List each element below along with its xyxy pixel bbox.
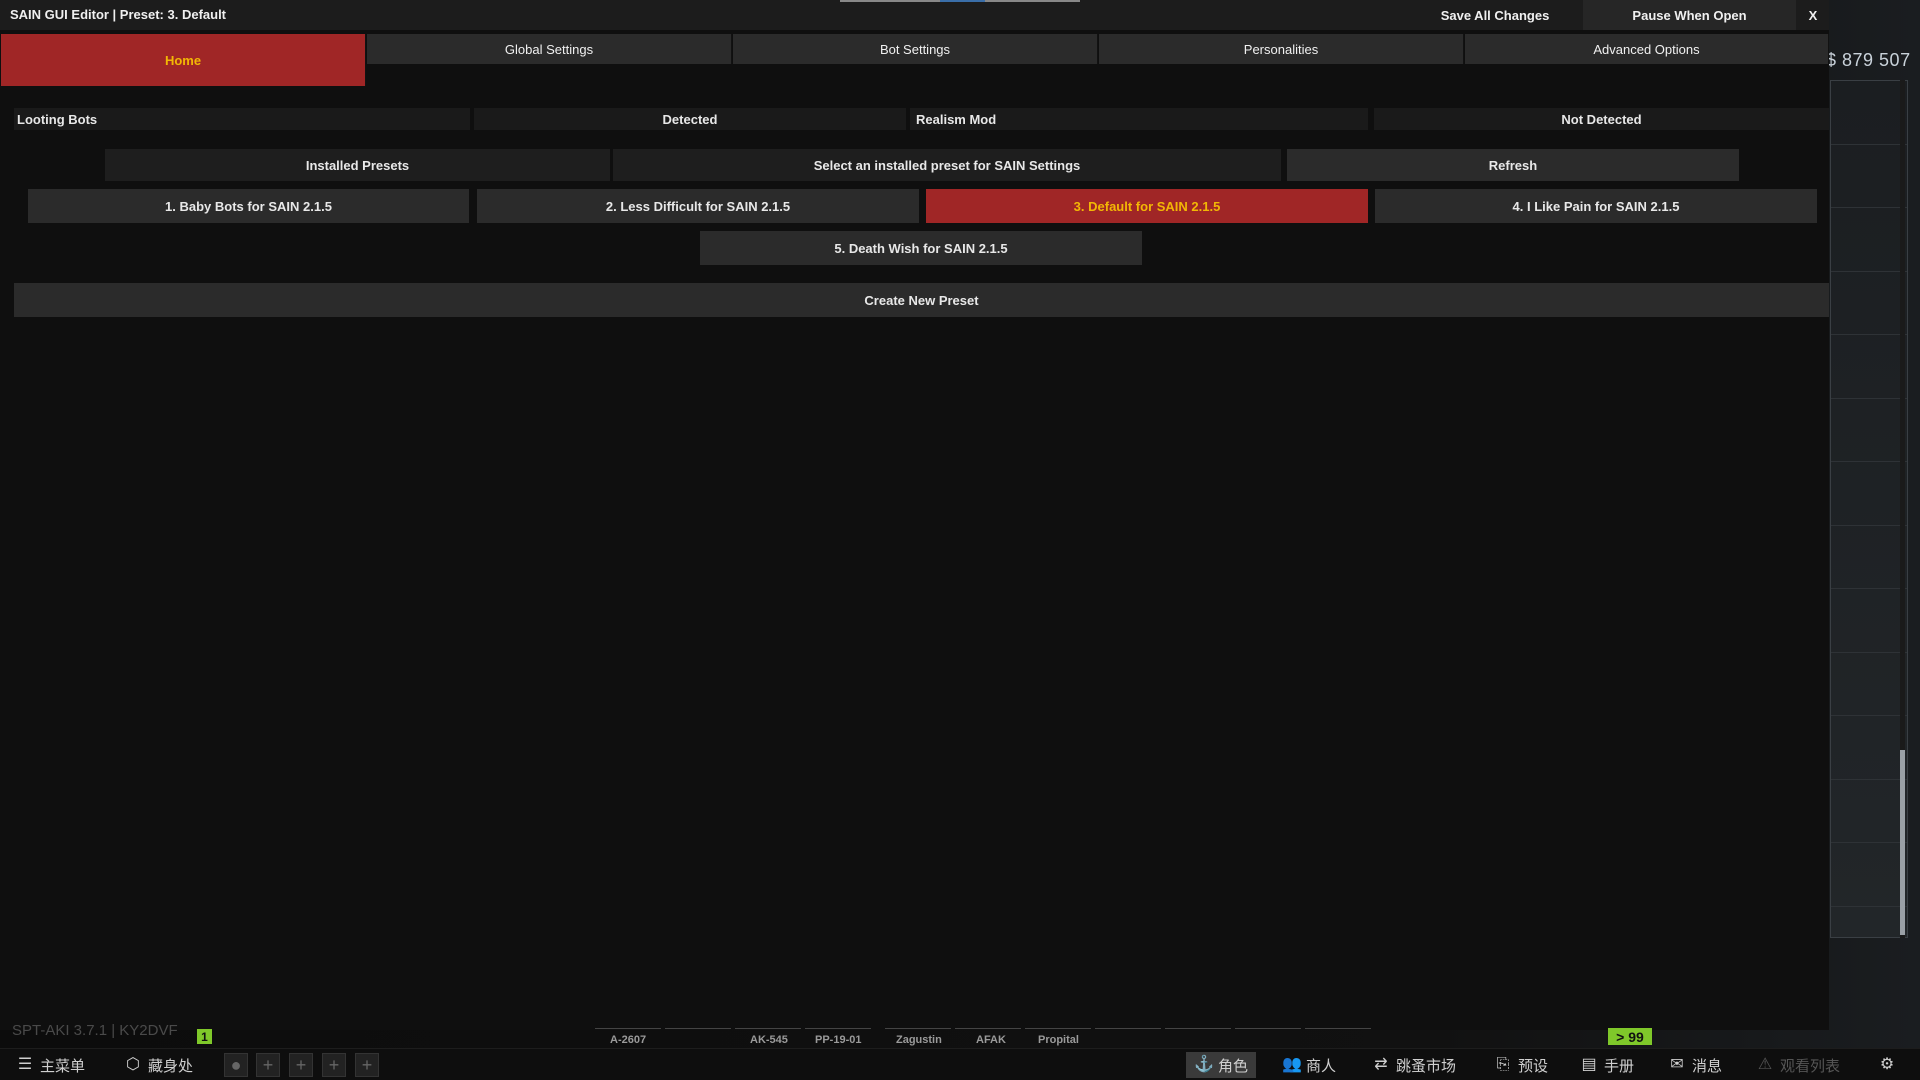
character-icon: ⚓ xyxy=(1194,1056,1214,1073)
window-title: SAIN GUI Editor | Preset: 3. Default xyxy=(10,7,227,22)
game-bottom-bar: ☰ 主菜单 ⬡ 藏身处 ● + + + + ⚓ 角色 👥 商人 ⇄ 跳蚤市场 ⎘… xyxy=(0,1048,1920,1080)
stash-grid-panel xyxy=(1830,80,1908,938)
game-version: SPT-AKI 3.7.1 | KY2DVF xyxy=(12,1022,178,1039)
scrollbar-thumb[interactable] xyxy=(1900,750,1905,935)
add-slot-icon[interactable]: + xyxy=(322,1053,346,1077)
hamburger-icon: ☰ xyxy=(17,1056,33,1073)
tab-global-settings[interactable]: Global Settings xyxy=(367,34,732,64)
quick-slot-label: PP-19-01 xyxy=(815,1034,862,1046)
handbook-label: 手册 xyxy=(1604,1057,1635,1075)
quick-slot[interactable] xyxy=(1165,1028,1231,1032)
tab-advanced-options[interactable]: Advanced Options xyxy=(1465,34,1829,64)
stash-scrollbar[interactable] xyxy=(1900,80,1905,938)
quick-slot[interactable] xyxy=(1025,1028,1091,1032)
add-slot-icon[interactable]: + xyxy=(355,1053,379,1077)
installed-presets-label: Installed Presets xyxy=(105,149,610,181)
character-label: 角色 xyxy=(1218,1057,1249,1075)
quick-slot[interactable] xyxy=(735,1028,801,1032)
presets-icon: ⎘ xyxy=(1496,1056,1510,1073)
create-new-preset-button[interactable]: Create New Preset xyxy=(14,283,1829,317)
handbook-button[interactable]: ▤ 手册 xyxy=(1580,1052,1634,1078)
save-all-button[interactable]: Save All Changes xyxy=(1408,0,1582,30)
looting-bots-label: Looting Bots xyxy=(14,108,470,130)
hideout-icon: ⬡ xyxy=(126,1056,140,1073)
add-slot-icon[interactable]: + xyxy=(289,1053,313,1077)
flea-market-button[interactable]: ⇄ 跳蚤市场 xyxy=(1372,1052,1456,1078)
preset-less-difficult-button[interactable]: 2. Less Difficult for SAIN 2.1.5 xyxy=(477,189,919,223)
quick-slot[interactable] xyxy=(1235,1028,1301,1032)
messages-icon: ✉ xyxy=(1670,1056,1684,1073)
quick-slot[interactable] xyxy=(1305,1028,1371,1032)
presets-button[interactable]: ⎘ 预设 xyxy=(1494,1052,1548,1078)
money-readout: $ 879 507 xyxy=(1826,50,1911,70)
title-bar[interactable]: SAIN GUI Editor | Preset: 3. Default Sav… xyxy=(0,0,1829,30)
gear-icon: ⚙ xyxy=(1879,1056,1895,1073)
quick-slot[interactable] xyxy=(955,1028,1021,1032)
quick-slot[interactable] xyxy=(595,1028,661,1032)
hideout-label: 藏身处 xyxy=(148,1057,194,1075)
presets-label: 预设 xyxy=(1518,1057,1549,1075)
watchlist-label: 观看列表 xyxy=(1780,1057,1841,1075)
close-button[interactable]: X xyxy=(1797,0,1829,30)
quick-slot-label: Propital xyxy=(1038,1034,1079,1046)
warning-icon: ⚠ xyxy=(1757,1056,1773,1073)
messages-label: 消息 xyxy=(1692,1057,1723,1075)
hideout-button[interactable]: ⬡ 藏身处 xyxy=(124,1052,193,1078)
count-badge: > 99 xyxy=(1608,1028,1652,1045)
character-button[interactable]: ⚓ 角色 xyxy=(1186,1052,1257,1078)
handbook-icon: ▤ xyxy=(1581,1056,1597,1073)
realism-mod-label: Realism Mod xyxy=(910,108,1368,130)
preset-i-like-pain-button[interactable]: 4. I Like Pain for SAIN 2.1.5 xyxy=(1375,189,1817,223)
watchlist-button[interactable]: ⚠ 观看列表 xyxy=(1756,1052,1840,1078)
quick-slot[interactable] xyxy=(1095,1028,1161,1032)
level-badge: 1 xyxy=(197,1029,212,1044)
quick-slot-label: Zagustin xyxy=(896,1034,942,1046)
realism-mod-status: Not Detected xyxy=(1374,108,1829,130)
tab-bot-settings[interactable]: Bot Settings xyxy=(733,34,1098,64)
quick-slot[interactable] xyxy=(665,1028,731,1032)
loading-strip xyxy=(840,0,1080,2)
quick-slot-label: AK-545 xyxy=(750,1034,788,1046)
sain-editor-window: SAIN GUI Editor | Preset: 3. Default Sav… xyxy=(0,0,1829,1030)
profile-icon[interactable]: ● xyxy=(224,1053,248,1077)
add-slot-icon[interactable]: + xyxy=(256,1053,280,1077)
main-menu-label: 主菜单 xyxy=(40,1057,86,1075)
looting-bots-status: Detected xyxy=(474,108,906,130)
traders-icon: 👥 xyxy=(1282,1056,1302,1073)
traders-button[interactable]: 👥 商人 xyxy=(1282,1052,1336,1078)
preset-death-wish-button[interactable]: 5. Death Wish for SAIN 2.1.5 xyxy=(700,231,1142,265)
quick-slot-label: AFAK xyxy=(976,1034,1006,1046)
quick-slot-label: A-2607 xyxy=(610,1034,647,1046)
tab-home[interactable]: Home xyxy=(1,34,366,86)
tab-personalities[interactable]: Personalities xyxy=(1099,34,1464,64)
main-menu-button[interactable]: ☰ 主菜单 xyxy=(16,1052,85,1078)
traders-label: 商人 xyxy=(1306,1057,1337,1075)
messages-button[interactable]: ✉ 消息 xyxy=(1668,1052,1722,1078)
tab-bar: Home Global Settings Bot Settings Person… xyxy=(0,34,1829,86)
pause-when-open-toggle[interactable]: Pause When Open xyxy=(1583,0,1796,30)
quick-slot[interactable] xyxy=(885,1028,951,1032)
preset-default-button[interactable]: 3. Default for SAIN 2.1.5 xyxy=(926,189,1368,223)
preset-instruction: Select an installed preset for SAIN Sett… xyxy=(613,149,1281,181)
flea-market-label: 跳蚤市场 xyxy=(1396,1057,1457,1075)
quick-slot[interactable] xyxy=(805,1028,871,1032)
refresh-button[interactable]: Refresh xyxy=(1287,149,1739,181)
flea-market-icon: ⇄ xyxy=(1374,1056,1388,1073)
preset-baby-bots-button[interactable]: 1. Baby Bots for SAIN 2.1.5 xyxy=(28,189,469,223)
settings-button[interactable]: ⚙ xyxy=(1878,1052,1896,1078)
